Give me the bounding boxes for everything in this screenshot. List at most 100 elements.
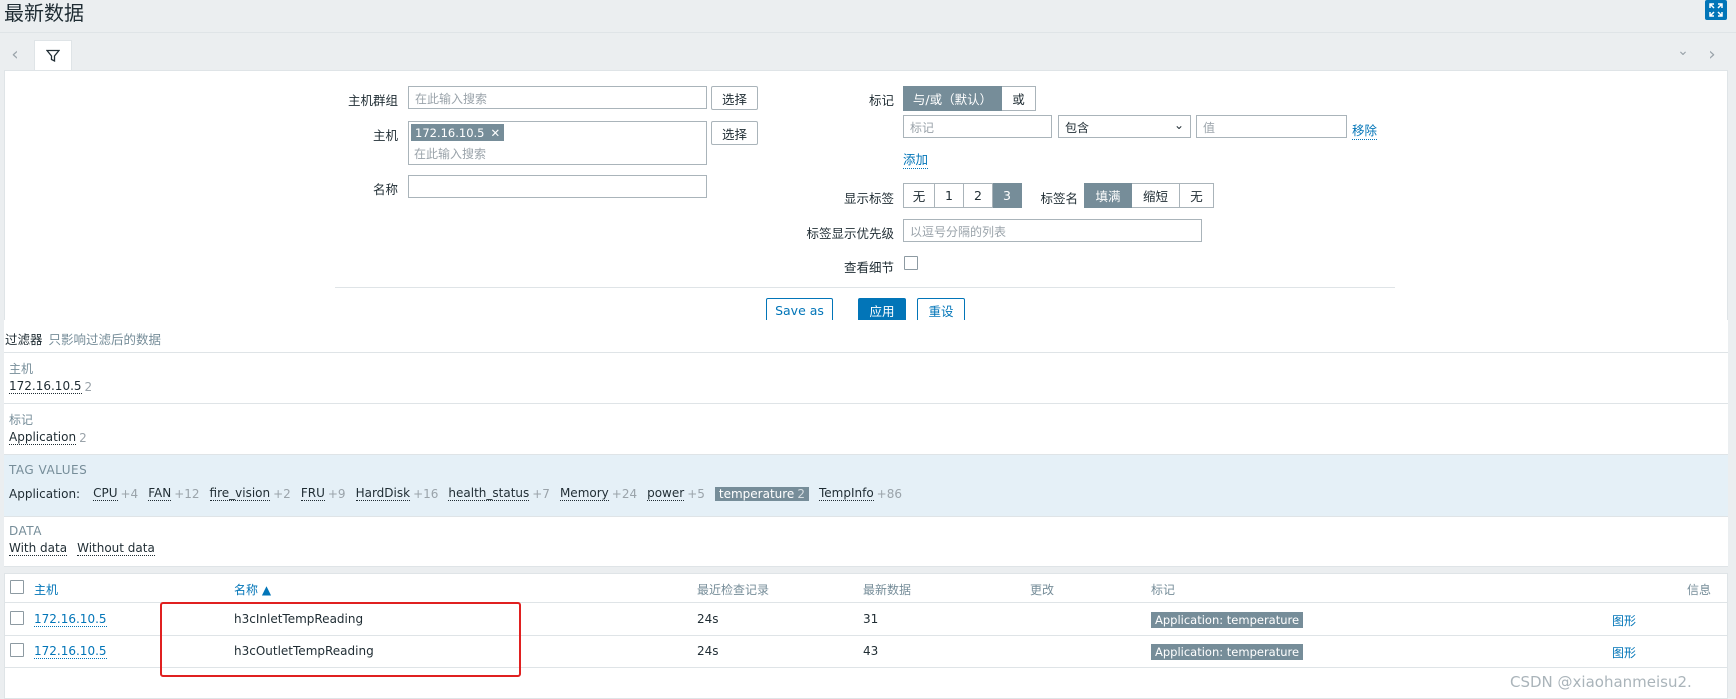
tag-value-count: +2 bbox=[273, 486, 291, 501]
subfilter-host-item[interactable]: 172.16.10.5 bbox=[9, 379, 82, 394]
tag-name-input[interactable]: 标记 bbox=[903, 115, 1052, 138]
tag-values-prefix: Application: bbox=[9, 486, 81, 501]
filter-divider bbox=[335, 287, 1395, 288]
row-last-value: 31 bbox=[863, 612, 879, 626]
hosts-select-button[interactable]: 选择 bbox=[711, 121, 758, 145]
show-tags-toggle: 无 1 2 3 bbox=[903, 183, 1022, 208]
tag-value-fire-vision[interactable]: fire_vision bbox=[209, 486, 271, 501]
row-tag-badge[interactable]: Application: temperature bbox=[1151, 612, 1304, 628]
tag-value-count: +24 bbox=[611, 486, 638, 501]
subfilter-tags-section bbox=[4, 404, 1728, 455]
evaltype-and-or[interactable]: 与/或（默认） bbox=[903, 86, 1002, 111]
show-tags-none[interactable]: 无 bbox=[903, 183, 935, 208]
tag-add-link[interactable]: 添加 bbox=[903, 149, 929, 169]
host-groups-select-button[interactable]: 选择 bbox=[711, 86, 758, 110]
tag-name-full[interactable]: 填满 bbox=[1084, 183, 1132, 208]
column-last-value: 最新数据 bbox=[863, 583, 912, 597]
column-host[interactable]: 主机 bbox=[34, 581, 58, 598]
tag-value-temperature-active[interactable]: temperature 2 bbox=[714, 486, 809, 501]
tags-evaltype-toggle: 与/或（默认） 或 bbox=[903, 86, 1036, 111]
tab-prev-icon[interactable]: ‹ bbox=[8, 44, 22, 65]
subfilter-hosts-row: 172.16.10.5 2 bbox=[9, 379, 102, 394]
subfilter-data-head: DATA bbox=[9, 524, 42, 538]
subfilter-hosts-section bbox=[4, 353, 1728, 404]
filter-tab[interactable] bbox=[34, 40, 72, 71]
row-last-check: 24s bbox=[697, 644, 719, 658]
name-input[interactable] bbox=[408, 175, 707, 198]
column-name[interactable]: 名称 ▲ bbox=[234, 581, 271, 598]
column-change: 更改 bbox=[1030, 583, 1055, 597]
chevron-down-icon: ⌄ bbox=[1173, 118, 1184, 132]
tags-label: 标记 bbox=[868, 93, 894, 108]
tab-next-icon[interactable]: › bbox=[1705, 44, 1719, 65]
remove-chip-icon[interactable]: ✕ bbox=[491, 126, 501, 140]
apply-button[interactable]: 应用 bbox=[858, 298, 906, 322]
subfilter-title: 过滤器 只影响过滤后的数据 bbox=[5, 329, 161, 348]
tag-value-temperature-count: 2 bbox=[797, 486, 805, 501]
row-last-check: 24s bbox=[697, 612, 719, 626]
subfilter-tag-item[interactable]: Application bbox=[9, 430, 77, 445]
save-as-button[interactable]: Save as bbox=[766, 298, 833, 322]
row-checkbox[interactable] bbox=[10, 611, 24, 625]
tag-value-tempinfo[interactable]: TempInfo bbox=[818, 486, 874, 501]
row-checkbox[interactable] bbox=[10, 643, 24, 657]
show-tags-1[interactable]: 1 bbox=[935, 183, 964, 208]
show-tags-label: 显示标签 bbox=[843, 191, 894, 206]
tag-value-fru[interactable]: FRU bbox=[300, 486, 325, 501]
row-host-link[interactable]: 172.16.10.5 bbox=[34, 612, 107, 627]
subfilter-title-text: 过滤器 bbox=[5, 332, 43, 347]
tag-value-count: +4 bbox=[120, 486, 139, 501]
select-all-checkbox[interactable] bbox=[10, 580, 24, 594]
tag-value-count: +7 bbox=[532, 486, 550, 501]
tag-priority-input[interactable]: 以逗号分隔的列表 bbox=[903, 219, 1202, 242]
evaltype-or[interactable]: 或 bbox=[1002, 86, 1036, 111]
subfilter-hosts-head: 主机 bbox=[9, 362, 34, 376]
host-chip-label: 172.16.10.5 bbox=[415, 125, 485, 140]
tag-value-count: +5 bbox=[687, 486, 705, 501]
subfilter-data-row: With data Without data bbox=[9, 541, 155, 556]
tag-remove-link[interactable]: 移除 bbox=[1352, 120, 1378, 140]
tag-value-memory[interactable]: Memory bbox=[559, 486, 609, 501]
data-without-data[interactable]: Without data bbox=[77, 541, 155, 556]
tag-value-count: +9 bbox=[327, 486, 346, 501]
host-groups-label: 主机群组 bbox=[347, 93, 398, 108]
tag-value-input[interactable]: 值 bbox=[1196, 115, 1347, 138]
fullscreen-button[interactable] bbox=[1705, 0, 1727, 20]
row-graph-link[interactable]: 图形 bbox=[1612, 644, 1636, 661]
filter-tabs-bar bbox=[0, 32, 1736, 70]
tag-value-count: +86 bbox=[876, 486, 902, 501]
fullscreen-icon bbox=[1709, 3, 1723, 17]
show-details-checkbox[interactable] bbox=[904, 256, 918, 270]
tag-value-harddisk[interactable]: HardDisk bbox=[355, 486, 411, 501]
collapse-chevron-down-icon[interactable]: ⌄ bbox=[1676, 43, 1690, 59]
subfilter-tag-values-head: TAG VALUES bbox=[9, 463, 88, 477]
tag-value-fan[interactable]: FAN bbox=[148, 486, 172, 501]
host-chip: 172.16.10.5 ✕ bbox=[411, 124, 505, 141]
show-tags-3[interactable]: 3 bbox=[993, 183, 1022, 208]
row-host-link[interactable]: 172.16.10.5 bbox=[34, 644, 107, 659]
data-with-data[interactable]: With data bbox=[9, 541, 68, 556]
column-tags: 标记 bbox=[1151, 583, 1176, 597]
subfilter-data-section bbox=[4, 517, 1728, 567]
column-last-check: 最近检查记录 bbox=[697, 583, 770, 597]
subfilter-subtitle: 只影响过滤后的数据 bbox=[48, 332, 162, 347]
row-graph-link[interactable]: 图形 bbox=[1612, 612, 1636, 629]
tag-operator-select[interactable]: 包含 ⌄ bbox=[1058, 115, 1191, 138]
tag-value-temperature-label: temperature bbox=[718, 486, 795, 501]
hosts-search-placeholder: 在此输入搜索 bbox=[414, 147, 487, 161]
tag-value-power[interactable]: power bbox=[647, 486, 685, 501]
subfilter-tag-count: 2 bbox=[79, 430, 87, 445]
row-tag-badge[interactable]: Application: temperature bbox=[1151, 644, 1304, 660]
subfilter-host-count: 2 bbox=[84, 379, 93, 394]
page-title: 最新数据 bbox=[4, 1, 84, 25]
tag-priority-label: 标签显示优先级 bbox=[806, 226, 894, 241]
tag-name-format-label: 标签名 bbox=[1040, 191, 1078, 206]
tag-value-cpu[interactable]: CPU bbox=[93, 486, 118, 501]
column-info: 信息 bbox=[1687, 583, 1712, 597]
host-groups-input[interactable]: 在此输入搜索 bbox=[408, 86, 707, 109]
show-tags-2[interactable]: 2 bbox=[964, 183, 993, 208]
tag-value-health-status[interactable]: health_status bbox=[448, 486, 530, 501]
tag-name-none[interactable]: 无 bbox=[1180, 183, 1214, 208]
reset-button[interactable]: 重设 bbox=[917, 298, 965, 322]
tag-name-shortened[interactable]: 缩短 bbox=[1132, 183, 1180, 208]
